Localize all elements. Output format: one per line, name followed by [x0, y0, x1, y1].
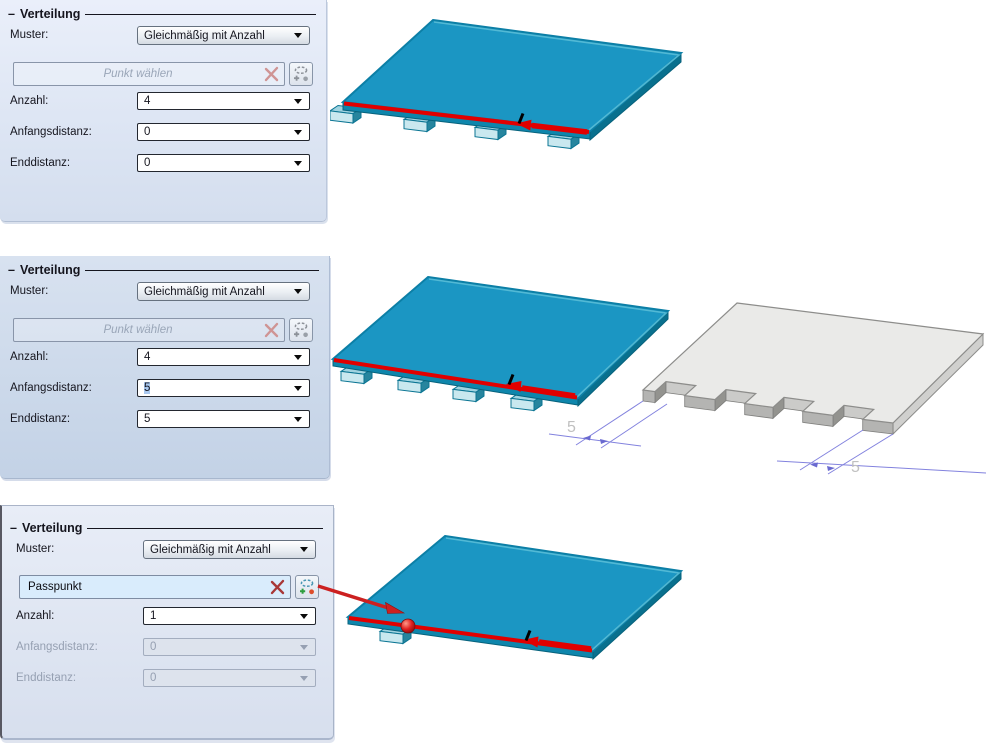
dropdown-arrow-icon	[294, 129, 302, 135]
gray-target-plate	[641, 302, 985, 436]
plate-with-tabs	[330, 18, 684, 149]
viewport-3d-row2[interactable]: 5 5	[330, 250, 989, 490]
collapse-indicator[interactable]: –	[8, 7, 15, 21]
viewport-3d-row1[interactable]	[330, 0, 989, 210]
dropdown-arrow-icon	[300, 613, 308, 619]
dropdown-arrow-icon	[294, 385, 302, 391]
enddistanz-dropdown[interactable]: 0	[137, 154, 310, 172]
anfangsdistanz-label: Anfangsdistanz:	[16, 641, 98, 653]
direction-edge-arrow	[343, 101, 590, 135]
plate-with-tabs	[330, 275, 671, 411]
muster-label: Muster:	[16, 543, 55, 555]
point-select-input: Punkt wählen	[13, 62, 285, 86]
dropdown-arrow-icon	[300, 675, 308, 681]
dropdown-arrow-icon	[294, 98, 302, 104]
dropdown-arrow-icon	[300, 547, 308, 552]
enddistanz-label: Enddistanz:	[10, 413, 71, 425]
muster-label: Muster:	[10, 29, 49, 41]
dropdown-arrow-icon	[294, 354, 302, 360]
point-cloud-icon	[294, 66, 308, 82]
point-cloud-icon	[294, 322, 308, 338]
point-select-button[interactable]	[289, 318, 313, 342]
group-header: – Verteilung	[8, 263, 319, 277]
group-header: – Verteilung	[10, 521, 323, 535]
point-cloud-icon	[300, 579, 314, 595]
enddistanz-label: Enddistanz:	[16, 672, 77, 684]
clear-point-icon[interactable]	[268, 577, 288, 597]
muster-label: Muster:	[10, 285, 49, 297]
group-title: Verteilung	[19, 263, 81, 277]
anfangsdistanz-label: Anfangsdistanz:	[10, 382, 92, 394]
dimension-label: 5	[851, 459, 860, 476]
enddistanz-dropdown: 0	[143, 669, 316, 687]
anzahl-label: Anzahl:	[16, 610, 55, 622]
clear-point-icon	[262, 64, 282, 84]
anzahl-label: Anzahl:	[10, 95, 49, 107]
anfangsdistanz-label: Anfangsdistanz:	[10, 126, 92, 138]
verteilung-panel-1: – Verteilung Muster: Gleichmäßig mit Anz…	[0, 0, 327, 222]
dimension-label: 5	[567, 419, 576, 436]
viewport-3d-row3[interactable]	[310, 500, 989, 730]
point-select-button[interactable]	[289, 62, 313, 86]
dimension-right: 5	[776, 429, 987, 476]
point-select-button[interactable]	[295, 575, 319, 599]
muster-dropdown[interactable]: Gleichmäßig mit Anzahl	[137, 26, 310, 45]
dropdown-arrow-icon	[300, 644, 308, 650]
dropdown-arrow-icon	[294, 416, 302, 422]
direction-edge-arrow	[348, 616, 593, 653]
dropdown-arrow-icon	[294, 33, 302, 38]
clear-point-icon	[262, 320, 282, 340]
fit-point-marker	[400, 618, 416, 634]
anzahl-dropdown[interactable]: 4	[137, 348, 310, 366]
group-header: – Verteilung	[8, 7, 316, 21]
dropdown-arrow-icon	[294, 289, 302, 294]
collapse-indicator[interactable]: –	[10, 521, 17, 535]
point-select-input[interactable]: Passpunkt	[19, 575, 291, 599]
anzahl-label: Anzahl:	[10, 351, 49, 363]
enddistanz-dropdown[interactable]: 5	[137, 410, 310, 428]
dropdown-arrow-icon	[294, 160, 302, 166]
anfangsdistanz-dropdown[interactable]: 5	[137, 379, 310, 397]
header-rule	[85, 14, 316, 15]
direction-edge-arrow	[333, 358, 578, 400]
header-rule	[85, 270, 319, 271]
group-title: Verteilung	[21, 521, 83, 535]
anfangsdistanz-dropdown[interactable]: 0	[137, 123, 310, 141]
header-rule	[87, 528, 323, 529]
group-title: Verteilung	[19, 7, 81, 21]
enddistanz-label: Enddistanz:	[10, 157, 71, 169]
plate-with-tabs	[345, 534, 684, 661]
verteilung-panel-2: – Verteilung Muster: Gleichmäßig mit Anz…	[0, 256, 330, 479]
dimension-left: 5	[548, 400, 668, 449]
anzahl-dropdown[interactable]: 1	[143, 607, 316, 625]
muster-dropdown[interactable]: Gleichmäßig mit Anzahl	[143, 540, 316, 559]
point-select-input: Punkt wählen	[13, 318, 285, 342]
collapse-indicator[interactable]: –	[8, 263, 15, 277]
anfangsdistanz-dropdown: 0	[143, 638, 316, 656]
muster-dropdown[interactable]: Gleichmäßig mit Anzahl	[137, 282, 310, 301]
verteilung-panel-3: – Verteilung Muster: Gleichmäßig mit Anz…	[0, 505, 334, 740]
app-canvas: { "panels": [ { "title": "Verteilung", "…	[0, 0, 989, 756]
anzahl-dropdown[interactable]: 4	[137, 92, 310, 110]
